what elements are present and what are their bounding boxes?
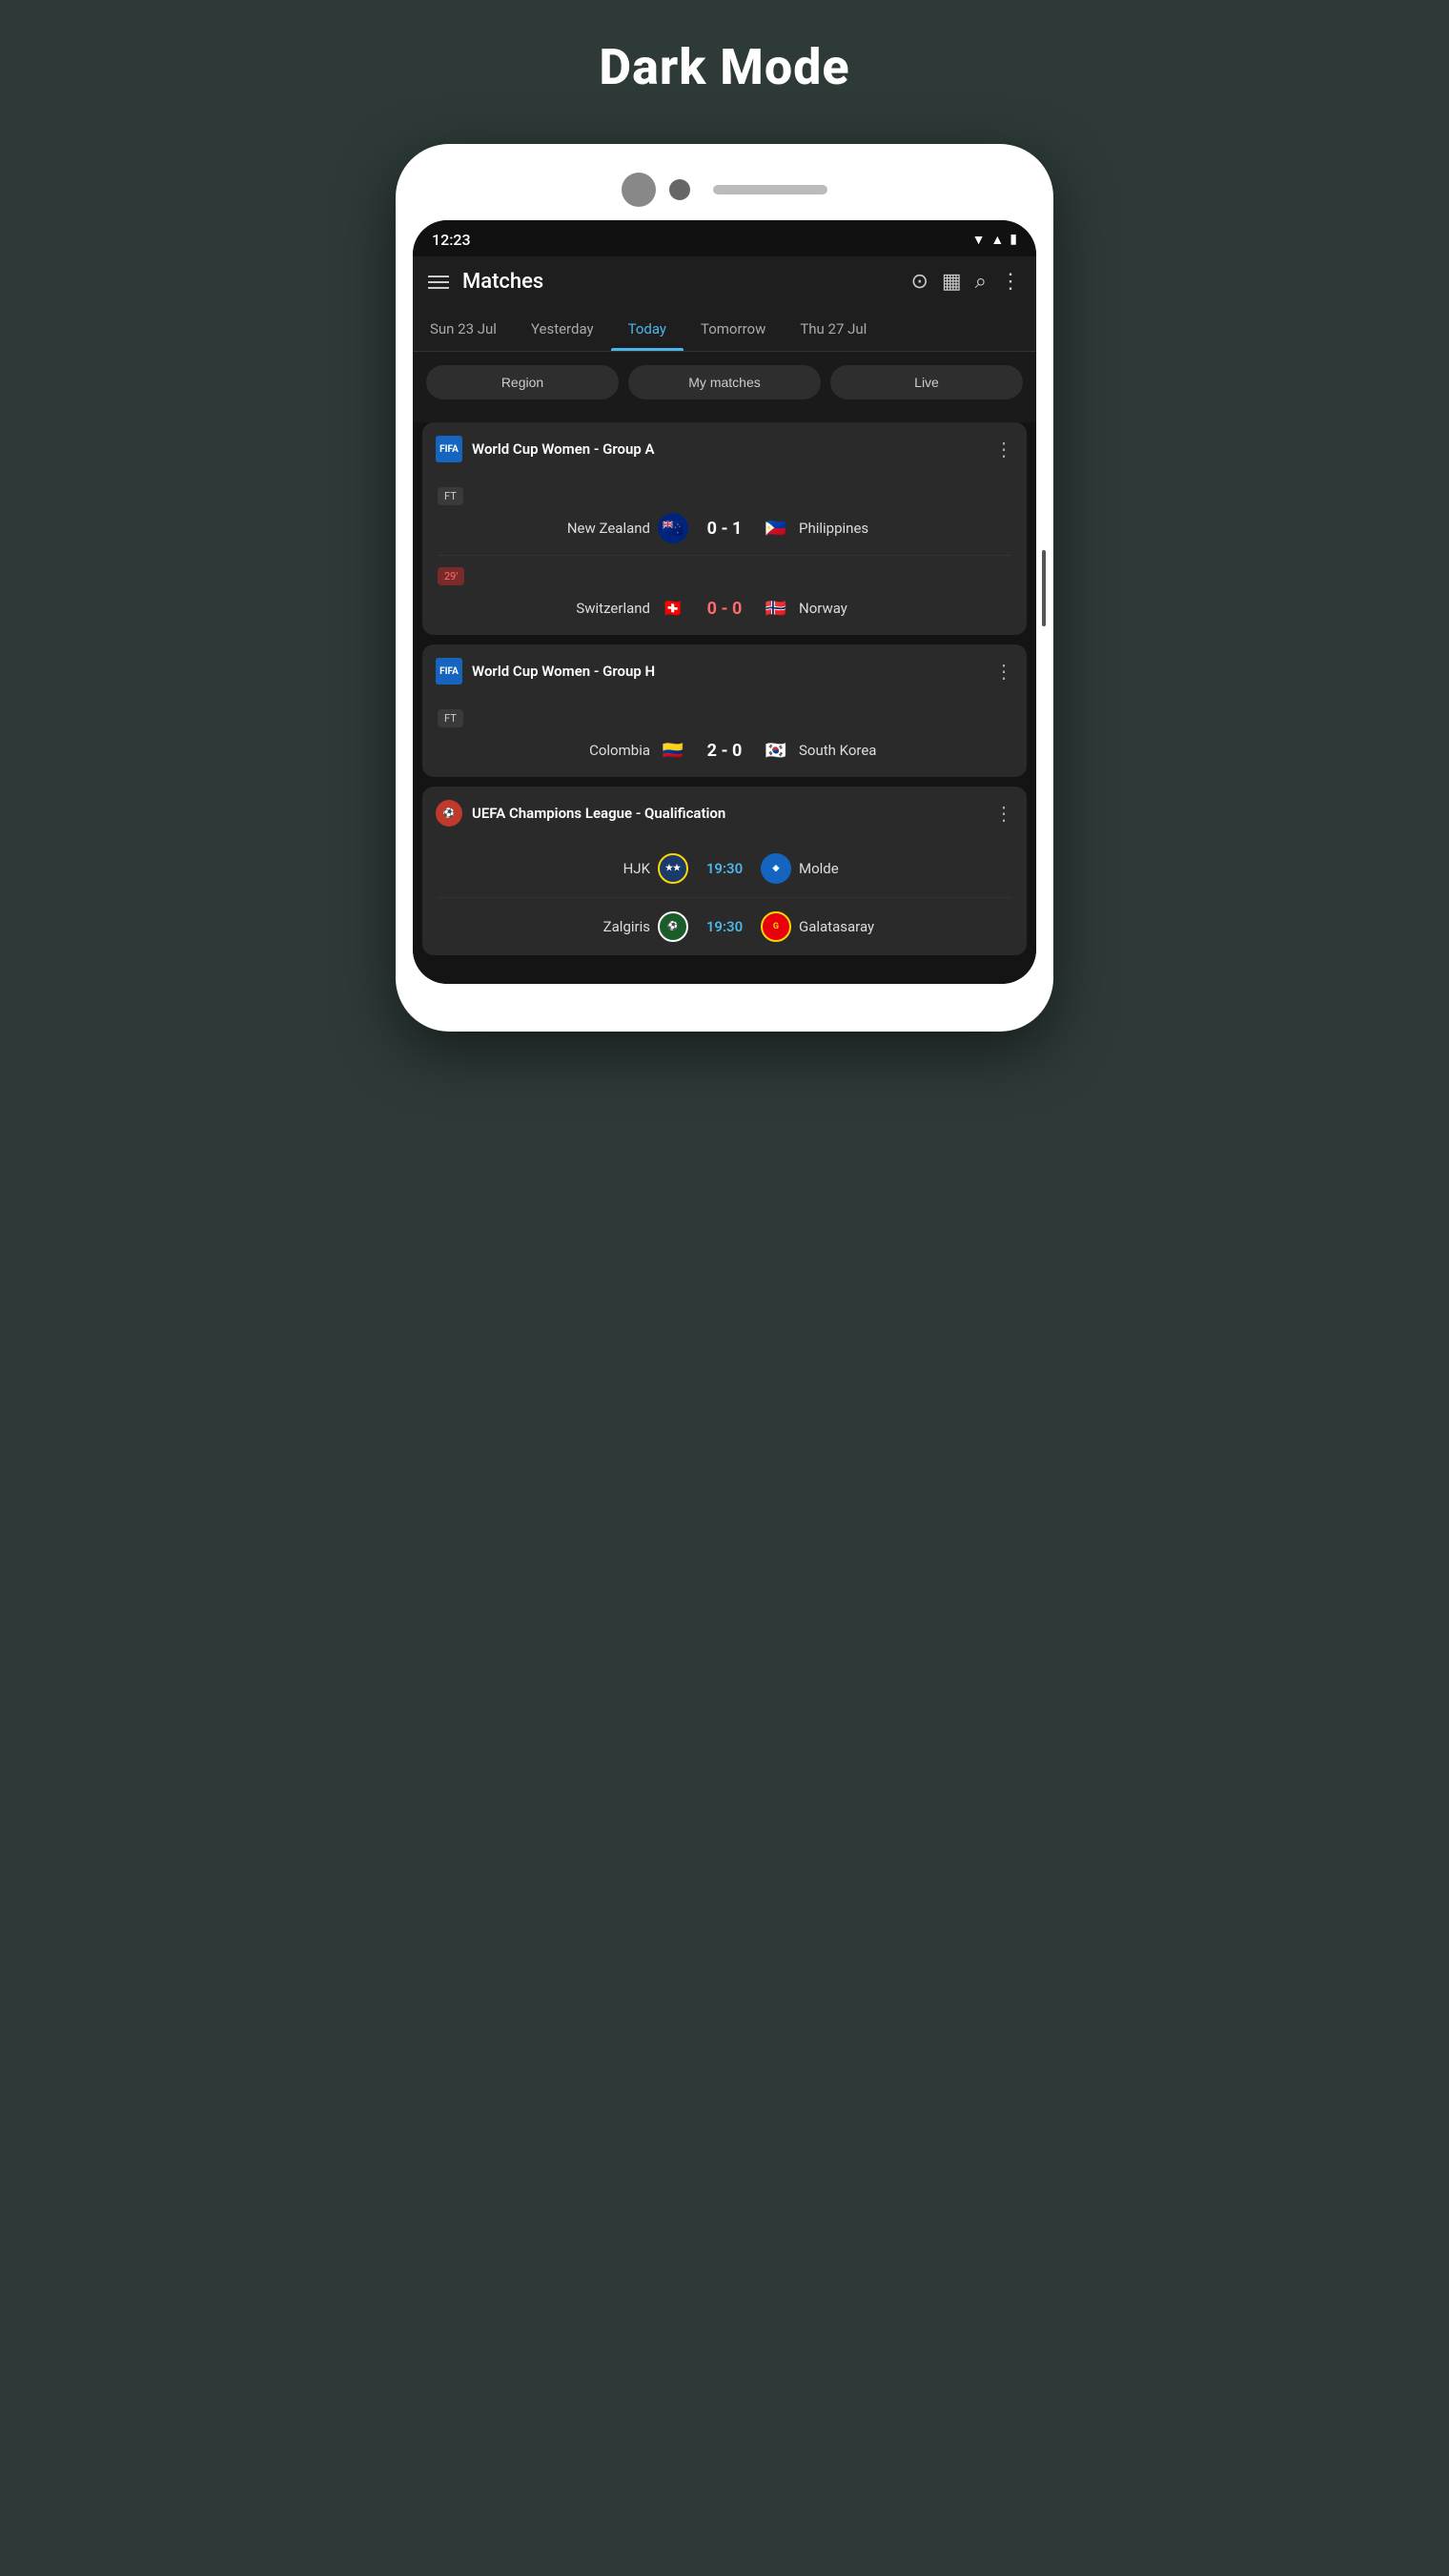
status-badge-ft-2: FT xyxy=(438,709,463,727)
app-bar: Matches ⊙ ▦ ⌕ ⋮ xyxy=(413,256,1036,307)
team-name-hjk: HJK xyxy=(555,860,650,877)
flag-south-korea: 🇰🇷 xyxy=(761,735,791,766)
page-heading: Dark Mode xyxy=(599,38,849,96)
tab-yesterday[interactable]: Yesterday xyxy=(514,307,611,351)
my-matches-filter-button[interactable]: My matches xyxy=(628,365,821,399)
section-more-icon-group-a[interactable]: ⋮ xyxy=(994,438,1013,460)
team-name-switzerland: Switzerland xyxy=(517,600,650,617)
team-name-norway: Norway xyxy=(799,600,932,617)
calendar-icon[interactable]: ▦ xyxy=(942,270,962,294)
team-row-nz-phi[interactable]: New Zealand 🇳🇿 0 - 1 🇵🇭 Philippines xyxy=(422,505,1027,551)
team-name-galatasaray: Galatasaray xyxy=(799,918,894,935)
section-group-h: FIFA World Cup Women - Group H ⋮ FT Colo… xyxy=(422,644,1027,777)
section-header-ucl: ⚽ UEFA Champions League - Qualification … xyxy=(422,787,1027,840)
phone-frame: 12:23 ▼ ▲ ▮ Matches ⊙ ▦ ⌕ ⋮ Sun 23 Jul Y… xyxy=(396,144,1053,1032)
team-row-sui-nor[interactable]: Switzerland 🇨🇭 0 - 0 🇳🇴 Norway xyxy=(422,585,1027,631)
hamburger-menu-icon[interactable] xyxy=(428,276,449,289)
team-name-south-korea: South Korea xyxy=(799,742,932,759)
match-nz-phi: FT New Zealand 🇳🇿 0 - 1 🇵🇭 Philippines xyxy=(422,476,1027,555)
section-group-a: FIFA World Cup Women - Group A ⋮ FT New … xyxy=(422,422,1027,635)
status-bar: 12:23 ▼ ▲ ▮ xyxy=(413,220,1036,256)
status-badge-ft-1: FT xyxy=(438,487,463,505)
logo-hjk: ★★ xyxy=(658,853,688,884)
live-filter-button[interactable]: Live xyxy=(830,365,1023,399)
battery-icon: ▮ xyxy=(1010,232,1017,247)
flag-philippines: 🇵🇭 xyxy=(761,513,791,543)
logo-galatasaray: G xyxy=(761,911,791,942)
time-hjk-molde: 19:30 xyxy=(696,860,753,877)
match-status-29: 29' xyxy=(422,560,1027,585)
flag-norway: 🇳🇴 xyxy=(761,593,791,624)
score-col-kor: 2 - 0 xyxy=(696,741,753,761)
region-filter-button[interactable]: Region xyxy=(426,365,619,399)
match-col-kor: FT Colombia 🇨🇴 2 - 0 🇰🇷 South Korea xyxy=(422,698,1027,777)
more-options-icon[interactable]: ⋮ xyxy=(1000,270,1021,294)
flag-switzerland: 🇨🇭 xyxy=(658,593,688,624)
match-sui-nor: 29' Switzerland 🇨🇭 0 - 0 🇳🇴 Norway xyxy=(422,556,1027,635)
status-time: 12:23 xyxy=(432,231,471,249)
status-badge-live-29: 29' xyxy=(438,567,464,585)
section-more-icon-group-h[interactable]: ⋮ xyxy=(994,660,1013,683)
phone-top-decoration xyxy=(413,173,1036,207)
team-row-zalgiris-gala[interactable]: Zalgiris ⚽ 19:30 G Galatasaray xyxy=(422,902,1027,951)
section-title-group-h: World Cup Women - Group H xyxy=(472,663,985,680)
content-area: FIFA World Cup Women - Group A ⋮ FT New … xyxy=(413,422,1036,984)
clock-icon[interactable]: ⊙ xyxy=(910,270,928,294)
camera-small xyxy=(669,179,690,200)
status-icons: ▼ ▲ ▮ xyxy=(972,232,1017,248)
score-sui-nor: 0 - 0 xyxy=(696,599,753,619)
fifa-logo-group-a: FIFA xyxy=(436,436,462,462)
fifa-logo-group-h: FIFA xyxy=(436,658,462,685)
wifi-icon: ▼ xyxy=(972,232,986,248)
section-header-group-h: FIFA World Cup Women - Group H ⋮ xyxy=(422,644,1027,698)
team-name-molde: Molde xyxy=(799,860,894,877)
time-zalgiris-gala: 19:30 xyxy=(696,918,753,935)
app-title: Matches xyxy=(462,270,897,294)
flag-new-zealand: 🇳🇿 xyxy=(658,513,688,543)
section-title-ucl: UEFA Champions League - Qualification xyxy=(472,805,985,822)
score-nz-phi: 0 - 1 xyxy=(696,519,753,539)
camera-main xyxy=(622,173,656,207)
match-status-ft-1: FT xyxy=(422,480,1027,505)
phone-screen: 12:23 ▼ ▲ ▮ Matches ⊙ ▦ ⌕ ⋮ Sun 23 Jul Y… xyxy=(413,220,1036,984)
uefa-logo: ⚽ xyxy=(436,800,462,827)
tab-today[interactable]: Today xyxy=(611,307,684,351)
tab-thu-27-jul[interactable]: Thu 27 Jul xyxy=(783,307,884,351)
section-more-icon-ucl[interactable]: ⋮ xyxy=(994,802,1013,825)
logo-molde: ◈ xyxy=(761,853,791,884)
team-row-col-kor[interactable]: Colombia 🇨🇴 2 - 0 🇰🇷 South Korea xyxy=(422,727,1027,773)
team-name-new-zealand: New Zealand xyxy=(517,520,650,537)
team-name-colombia: Colombia xyxy=(517,742,650,759)
speaker xyxy=(713,185,827,194)
logo-zalgiris: ⚽ xyxy=(658,911,688,942)
tab-bar: Sun 23 Jul Yesterday Today Tomorrow Thu … xyxy=(413,307,1036,352)
tab-sun-23-jul[interactable]: Sun 23 Jul xyxy=(413,307,514,351)
section-title-group-a: World Cup Women - Group A xyxy=(472,440,985,458)
section-ucl-qual: ⚽ UEFA Champions League - Qualification … xyxy=(422,787,1027,955)
match-hjk-molde: HJK ★★ 19:30 ◈ Molde xyxy=(422,840,1027,897)
signal-icon: ▲ xyxy=(990,232,1004,248)
team-name-zalgiris: Zalgiris xyxy=(555,918,650,935)
filter-row: Region My matches Live xyxy=(413,352,1036,413)
tab-tomorrow[interactable]: Tomorrow xyxy=(684,307,783,351)
scroll-indicator xyxy=(1042,550,1046,626)
search-icon[interactable]: ⌕ xyxy=(975,270,987,294)
team-row-hjk-molde[interactable]: HJK ★★ 19:30 ◈ Molde xyxy=(422,844,1027,893)
match-status-ft-2: FT xyxy=(422,702,1027,727)
match-zalgiris-gala: Zalgiris ⚽ 19:30 G Galatasaray xyxy=(422,898,1027,955)
section-header-group-a: FIFA World Cup Women - Group A ⋮ xyxy=(422,422,1027,476)
team-name-philippines: Philippines xyxy=(799,520,932,537)
flag-colombia: 🇨🇴 xyxy=(658,735,688,766)
